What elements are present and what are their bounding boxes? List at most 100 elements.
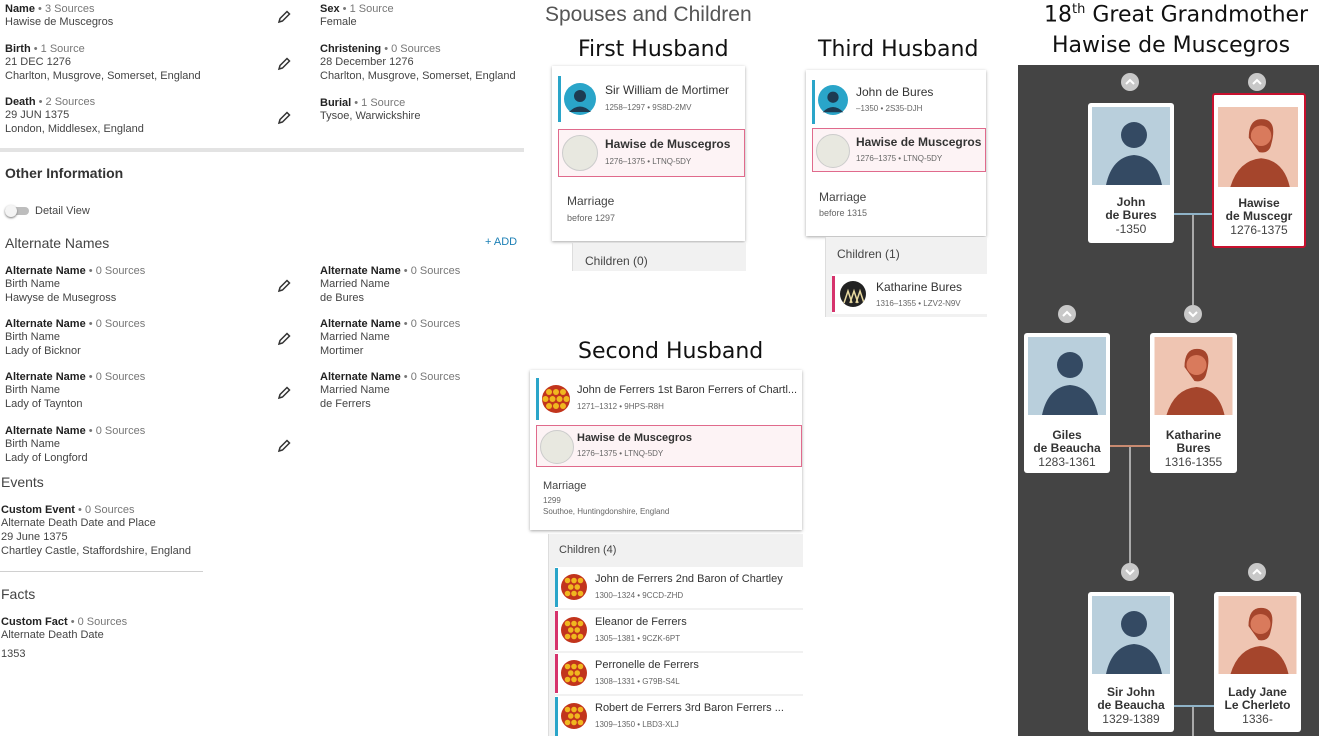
edit-alt-name-pencil-icon[interactable] (276, 438, 292, 454)
fact-label: Custom Fact (1, 616, 68, 628)
child-meta: 1305–1381 • 9CZK-6PT (595, 634, 681, 643)
family-card-second: John de Ferrers 1st Baron Ferrers of Cha… (530, 370, 802, 530)
tree-card-sir-john-de-beauchamp[interactable]: Sir John de Beaucha 1329-1389 (1088, 592, 1174, 732)
wife-row[interactable]: Hawise de Muscegros 1276–1375 • LTNQ-5DY (812, 128, 986, 172)
sources-link[interactable]: 0 Sources (96, 371, 146, 383)
add-alternate-name-button[interactable]: + ADD (485, 236, 517, 248)
sources-link[interactable]: 0 Sources (411, 318, 461, 330)
alt-name-type: Married Name (320, 384, 390, 396)
chevron-up-icon[interactable] (1121, 73, 1139, 91)
vital-label: Christening (320, 43, 382, 55)
alt-name-value: Lady of Longford (5, 452, 88, 464)
marriage-label: Marriage (567, 194, 615, 208)
alt-name-type: Birth Name (5, 384, 61, 396)
person-dates: 1329-1389 (1102, 712, 1160, 726)
sources-link[interactable]: 1 Source (350, 3, 394, 15)
husband-meta: 1271–1312 • 9HPS-R8H (577, 402, 664, 411)
events-heading: Events (1, 474, 44, 490)
child-meta: 1308–1331 • G79B-S4L (595, 677, 680, 686)
child-name: Katharine Bures (876, 280, 963, 294)
sources-link[interactable]: 0 Sources (96, 265, 146, 277)
fact-line: 1353 (1, 648, 26, 660)
edit-alt-name-pencil-icon[interactable] (276, 278, 292, 294)
sources-link[interactable]: 1 Source (41, 43, 85, 55)
event-line: 29 June 1375 (1, 531, 68, 543)
child-row[interactable]: Robert de Ferrers 3rd Baron Ferrers ... … (555, 696, 803, 736)
wife-name: Hawise de Muscegros (856, 135, 982, 149)
sources-link[interactable]: 1 Source (361, 97, 405, 109)
child-row[interactable]: Perronelle de Ferrers 1308–1331 • G79B-S… (555, 653, 803, 694)
children-section: Children (4) John de Ferrers 2nd Baron o… (548, 534, 803, 736)
husband-name-link[interactable]: John de Bures (856, 85, 933, 99)
chevron-down-icon[interactable] (1121, 563, 1139, 581)
facts-heading: Facts (1, 586, 36, 602)
children-count[interactable]: Children (0) (585, 254, 648, 268)
vital-value: 28 December 1276 (320, 56, 414, 68)
edit-alt-name-pencil-icon[interactable] (276, 331, 292, 347)
children-count[interactable]: Children (4) (559, 544, 616, 556)
tree-card-lady-jane-le-cherleton[interactable]: Lady Jane Le Cherleto 1336- (1214, 592, 1301, 732)
second-husband-heading: Second Husband (578, 339, 764, 364)
vital-name: Name • 3 Sources Hawise de Muscegros (5, 3, 114, 28)
spouses-and-children-heading: Spouses and Children (545, 3, 752, 26)
sources-link[interactable]: 0 Sources (96, 425, 146, 437)
female-indicator (555, 611, 558, 650)
sources-link[interactable]: 0 Sources (78, 616, 128, 628)
event-line: Chartley Castle, Staffordshire, England (1, 545, 191, 557)
wife-meta: 1276–1375 • LTNQ-5DY (856, 154, 943, 163)
edit-alt-name-pencil-icon[interactable] (276, 385, 292, 401)
alt-name-label: Alternate Name (5, 318, 86, 330)
chevron-up-icon[interactable] (1058, 305, 1076, 323)
chevron-down-icon[interactable] (1184, 305, 1202, 323)
male-silhouette-icon (1028, 337, 1106, 415)
marriage-date: before 1315 (819, 208, 868, 218)
person-last-name: de Muscegr (1225, 209, 1293, 223)
vital-place: Charlton, Musgrove, Somerset, England (5, 70, 201, 82)
vital-place: London, Middlesex, England (5, 123, 144, 135)
tree-card-hawise-selected[interactable]: Hawise de Muscegr 1276-1375 (1212, 93, 1306, 248)
tree-card-john-de-bures[interactable]: John de Bures -1350 (1088, 103, 1174, 243)
wife-name: Hawise de Muscegros (577, 432, 692, 444)
coat-of-arms-icon (561, 574, 587, 600)
edit-birth-pencil-icon[interactable] (276, 56, 292, 72)
document-portrait-icon (562, 135, 598, 171)
child-row[interactable]: Eleanor de Ferrers 1305–1381 • 9CZK-6PT (555, 610, 803, 651)
person-last-name: de Beaucha (1033, 441, 1101, 455)
male-silhouette-icon (1092, 107, 1170, 185)
wife-row[interactable]: Hawise de Muscegros 1276–1375 • LTNQ-5DY (558, 129, 745, 177)
sources-link[interactable]: 2 Sources (46, 96, 96, 108)
sources-link[interactable]: 0 Sources (391, 43, 441, 55)
child-row[interactable]: Katharine Bures 1316–1355 • LZV2-N9V (832, 274, 987, 314)
children-count[interactable]: Children (1) (837, 247, 900, 261)
person-last-name: Bures (1176, 441, 1211, 455)
chevron-up-icon[interactable] (1248, 73, 1266, 91)
person-dates: 1316-1355 (1164, 455, 1223, 469)
husband-name-link[interactable]: Sir William de Mortimer (605, 83, 729, 97)
sources-link[interactable]: 0 Sources (96, 318, 146, 330)
sources-link[interactable]: 0 Sources (411, 265, 461, 277)
sources-link[interactable]: 0 Sources (85, 504, 135, 516)
detail-view-toggle[interactable] (5, 205, 29, 217)
first-husband-heading: First Husband (578, 37, 729, 62)
chevron-up-icon[interactable] (1248, 563, 1266, 581)
child-name: Perronelle de Ferrers (595, 659, 699, 671)
husband-name-link[interactable]: John de Ferrers 1st Baron Ferrers of Cha… (577, 384, 797, 396)
male-indicator (558, 76, 561, 122)
male-silhouette-icon (1092, 596, 1170, 674)
sources-link[interactable]: 3 Sources (45, 3, 95, 15)
relationship-label: Great Grandmother (1085, 2, 1309, 28)
couple-connector (1168, 705, 1214, 707)
event-label: Custom Event (1, 504, 75, 516)
alt-name-item: Alternate Name • 0 Sources Birth Name La… (5, 318, 146, 357)
tree-card-giles-de-beauchamp[interactable]: Giles de Beaucha 1283-1361 (1024, 333, 1110, 473)
descent-line (1129, 447, 1131, 567)
sources-link[interactable]: 0 Sources (411, 371, 461, 383)
child-row[interactable]: John de Ferrers 2nd Baron of Chartley 13… (555, 567, 803, 608)
vital-place: Tysoe, Warwickshire (320, 110, 421, 122)
edit-death-pencil-icon[interactable] (276, 110, 292, 126)
wife-row[interactable]: Hawise de Muscegros 1276–1375 • LTNQ-5DY (536, 425, 802, 467)
alt-name-item: Alternate Name • 0 Sources Married Name … (320, 371, 461, 410)
person-last-name: de Bures (1105, 208, 1157, 222)
edit-name-pencil-icon[interactable] (276, 9, 292, 25)
tree-card-katharine-bures[interactable]: Katharine Bures 1316-1355 (1150, 333, 1237, 473)
